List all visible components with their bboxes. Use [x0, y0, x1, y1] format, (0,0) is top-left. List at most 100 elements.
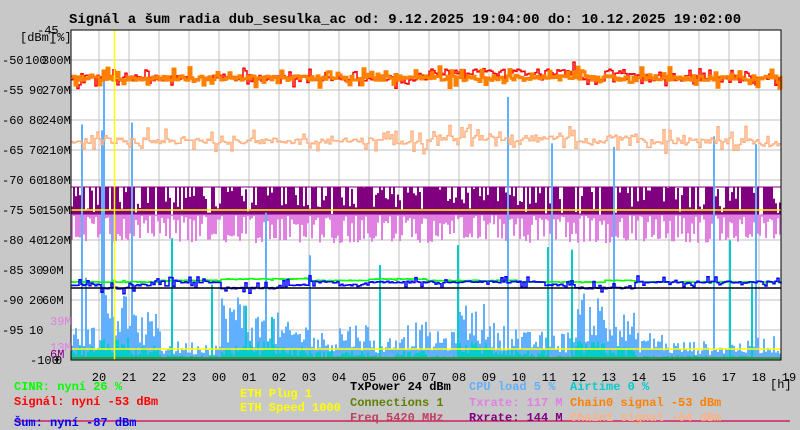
- rxrate-bar: [241, 195, 243, 215]
- txrate-bar: [653, 215, 655, 235]
- rxrate-bar: [597, 187, 599, 215]
- x-tick-label: 16: [692, 371, 706, 385]
- rxrate-bar: [521, 202, 523, 215]
- rxrate-bar: [161, 187, 163, 215]
- rxrate-bar: [621, 187, 623, 215]
- y-tick-rate: 180M: [42, 174, 71, 188]
- txrate-bar: [429, 215, 431, 242]
- load-bar: [499, 352, 501, 360]
- rxrate-bar: [399, 200, 401, 215]
- txrate-bar: [449, 215, 451, 235]
- x-tick-label: 00: [212, 371, 226, 385]
- rxrate-bar: [227, 191, 229, 215]
- rxrate-bar: [473, 189, 475, 215]
- txrate-bar: [645, 215, 647, 239]
- rxrate-bar: [441, 187, 443, 215]
- txrate-bar: [693, 215, 695, 234]
- txrate-bar: [509, 215, 511, 220]
- txrate-bar: [439, 215, 441, 224]
- rxrate-bar: [637, 201, 639, 215]
- rxrate-bar: [583, 187, 585, 215]
- txrate-bar: [165, 215, 167, 236]
- load-bar: [467, 353, 469, 360]
- rxrate-bar: [91, 190, 93, 215]
- rxrate-bar: [527, 187, 529, 215]
- rxrate-bar: [395, 206, 397, 215]
- txrate-bar: [573, 215, 575, 223]
- rxrate-bar: [495, 187, 497, 215]
- txrate-bar: [195, 215, 197, 241]
- rxrate-bar: [555, 187, 557, 215]
- y-tick-pct: 10: [29, 324, 43, 338]
- txrate-bar: [591, 215, 593, 221]
- rxrate-bar: [769, 187, 771, 215]
- rxrate-bar: [235, 187, 237, 215]
- rxrate-bar: [197, 187, 199, 215]
- rxrate-bar: [213, 187, 215, 215]
- rxrate-bar: [145, 187, 147, 215]
- rxrate-bar: [115, 187, 117, 215]
- txrate-bar: [565, 215, 567, 238]
- txrate-bar: [643, 215, 645, 242]
- txrate-bar: [519, 215, 521, 239]
- legend-rxrate: Rxrate: 144 M: [469, 411, 563, 425]
- txrate-bar: [463, 215, 465, 238]
- rxrate-bar: [577, 187, 579, 215]
- rxrate-bar: [139, 207, 141, 215]
- txrate-bar: [169, 215, 171, 239]
- txrate-bar: [263, 215, 265, 223]
- rxrate-bar: [315, 187, 317, 215]
- x-tick-label: 17: [722, 371, 736, 385]
- load-bar: [131, 353, 133, 360]
- txrate-bar: [347, 215, 349, 237]
- txrate-bar: [583, 215, 585, 242]
- rate-marker-label: 6M: [50, 348, 64, 362]
- txrate-bar: [305, 215, 307, 238]
- txrate-bar: [303, 215, 305, 237]
- x-tick-label: 23: [182, 371, 196, 385]
- legend-connections: Connections 1: [350, 396, 444, 410]
- txrate-bar: [115, 215, 117, 241]
- txrate-bar: [467, 215, 469, 238]
- rxrate-bar: [671, 187, 673, 215]
- txrate-bar: [293, 215, 295, 224]
- load-bar: [525, 353, 527, 360]
- rxrate-bar: [679, 211, 681, 215]
- rxrate-bar: [429, 187, 431, 215]
- rxrate-bar: [221, 187, 223, 215]
- rxrate-bar: [447, 201, 449, 215]
- rxrate-bar: [475, 187, 477, 215]
- txrate-bar: [657, 215, 659, 239]
- load-bar: [507, 96, 509, 361]
- load-bar: [345, 352, 347, 360]
- rxrate-bar: [693, 187, 695, 215]
- legend-eth-speed: ETH Speed 1000: [240, 401, 341, 415]
- txrate-bar: [399, 215, 401, 241]
- rxrate-bar: [169, 197, 171, 215]
- load-bar: [365, 325, 367, 360]
- rxrate-bar: [359, 187, 361, 215]
- txrate-bar: [453, 215, 455, 233]
- load-bar: [323, 351, 325, 360]
- txrate-bar: [719, 215, 721, 241]
- rxrate-bar: [261, 187, 263, 215]
- rxrate-bar: [341, 197, 343, 215]
- rxrate-bar: [283, 187, 285, 215]
- rxrate-bar: [225, 187, 227, 215]
- txrate-bar: [239, 215, 241, 241]
- rxrate-bar: [167, 187, 169, 215]
- load-bar: [519, 354, 521, 360]
- load-bar: [275, 354, 277, 360]
- y-tick-rate: 120M: [42, 234, 71, 248]
- txrate-bar: [143, 215, 145, 224]
- rxrate-bar: [99, 187, 101, 215]
- y-tick-dbm: -65: [2, 144, 24, 158]
- txrate-bar: [691, 215, 693, 224]
- txrate-bar: [631, 215, 633, 234]
- txrate-bar: [419, 215, 421, 243]
- load-bar: [245, 305, 247, 360]
- rxrate-bar: [367, 187, 369, 215]
- rxrate-bar: [203, 196, 205, 215]
- load-bar: [309, 255, 311, 360]
- load-bar: [253, 351, 255, 360]
